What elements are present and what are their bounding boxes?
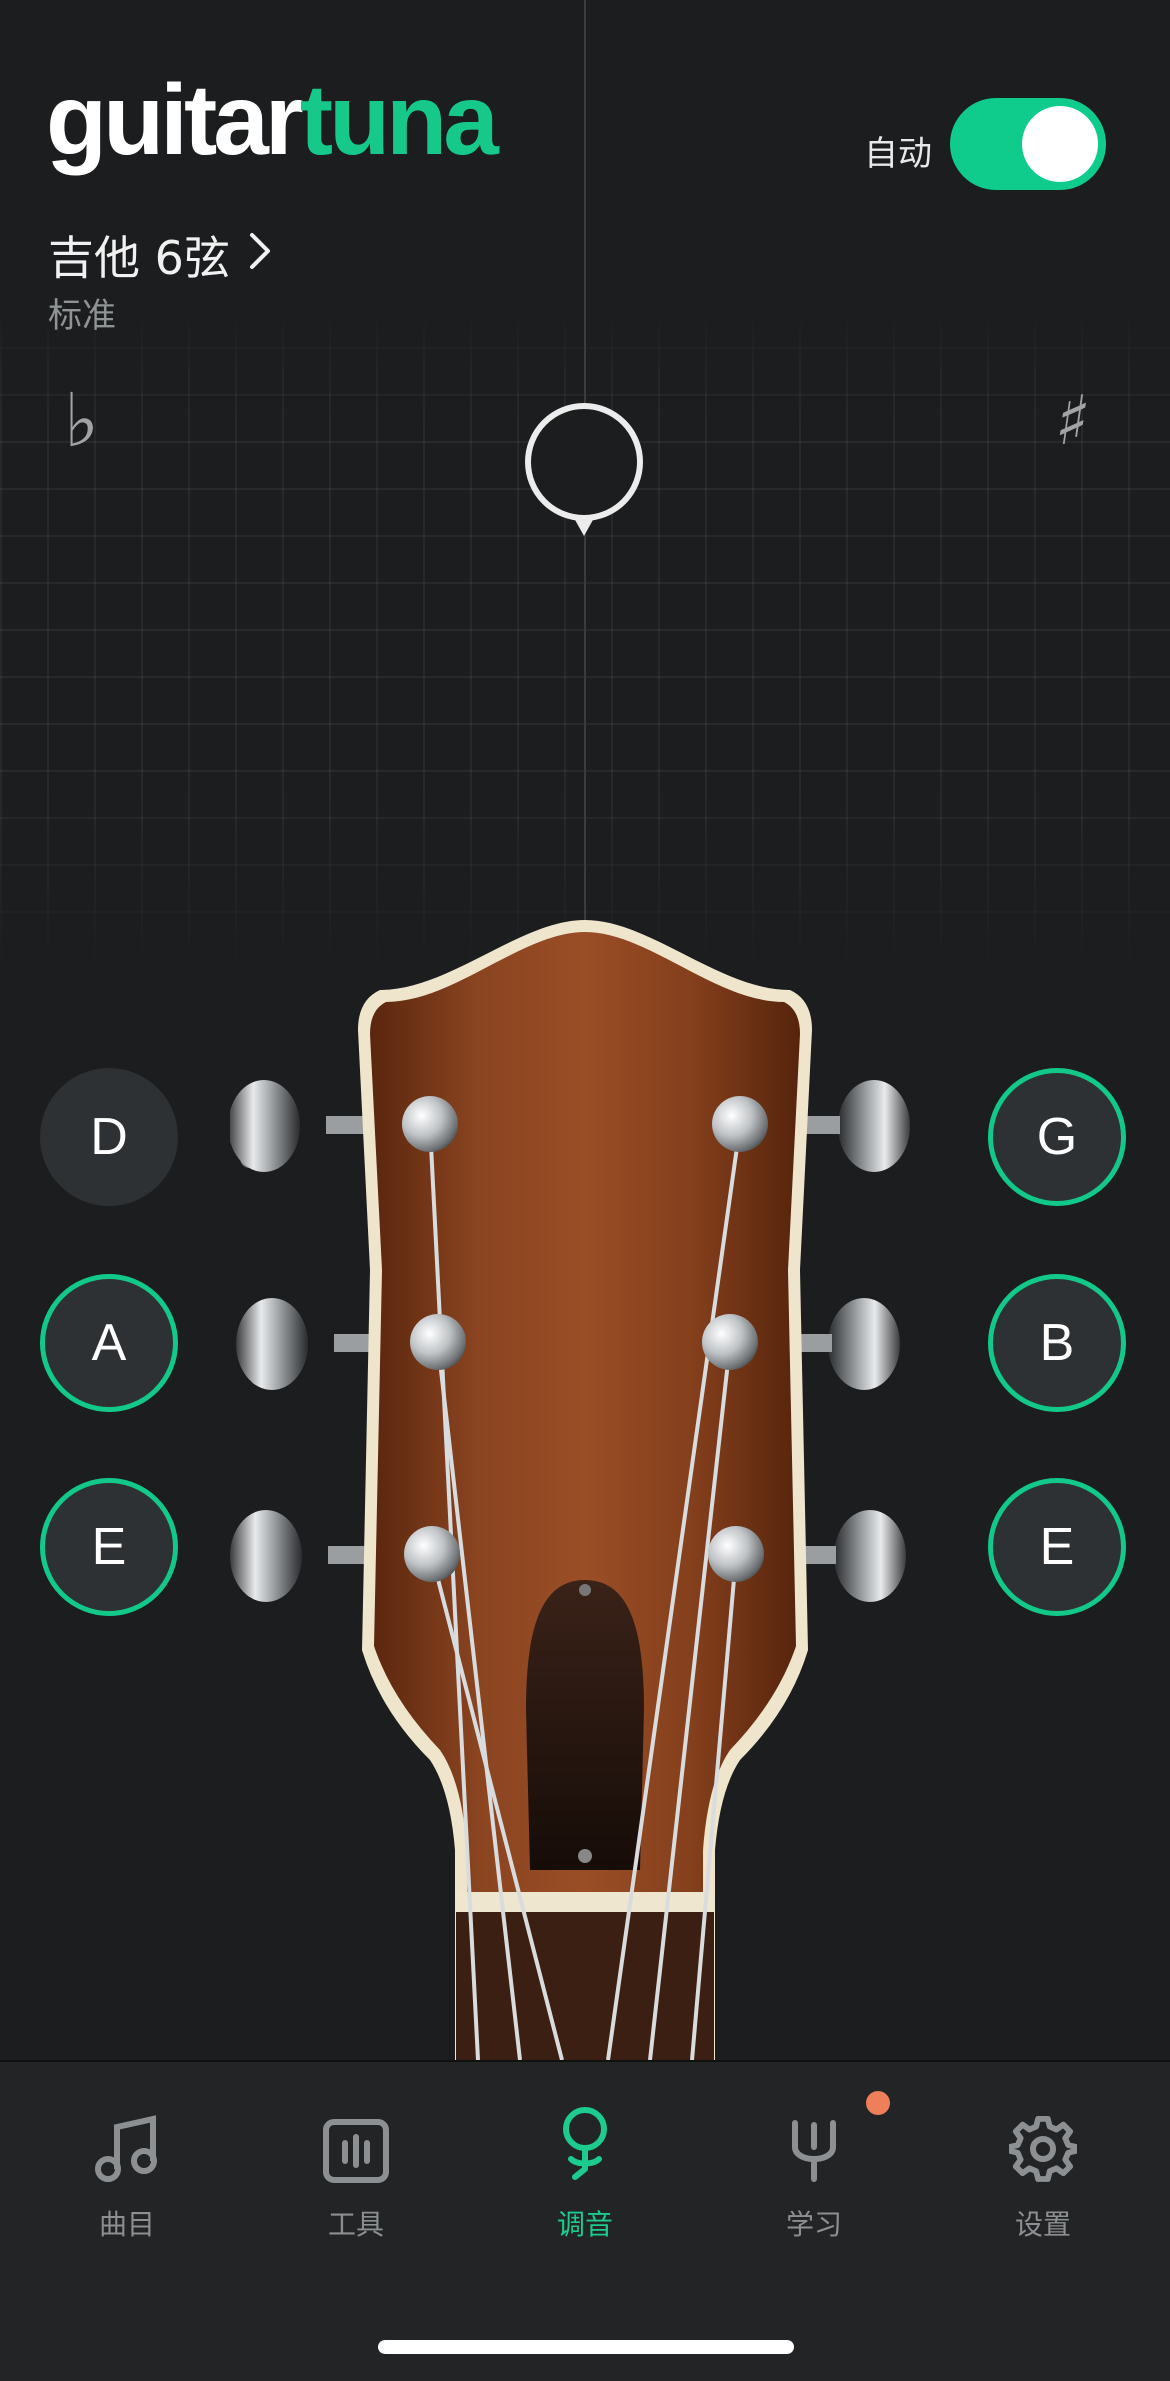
tools-icon <box>271 2105 441 2183</box>
string-button-d[interactable]: D <box>40 1068 178 1206</box>
tab-learn[interactable]: 学习 <box>729 2105 899 2243</box>
learn-icon <box>729 2105 899 2183</box>
string-note-label: D <box>90 1108 128 1166</box>
toggle-knob <box>1022 106 1098 182</box>
string-button-low-e[interactable]: E <box>40 1478 178 1616</box>
logo-tuna: tuna <box>299 64 499 176</box>
tab-songs[interactable]: 曲目 <box>42 2105 212 2243</box>
tuner-needle-indicator <box>524 402 644 542</box>
flat-symbol: ♭ <box>64 378 99 464</box>
string-button-high-e[interactable]: E <box>988 1478 1126 1616</box>
instrument-name: 吉他 6弦 <box>48 231 230 285</box>
app-logo: guitartuna <box>46 70 499 170</box>
home-indicator[interactable] <box>378 2340 794 2354</box>
auto-mode-toggle[interactable] <box>950 98 1106 190</box>
string-button-a[interactable]: A <box>40 1274 178 1412</box>
string-note-label: E <box>91 1518 127 1576</box>
string-button-b[interactable]: B <box>988 1274 1126 1412</box>
tab-tools[interactable]: 工具 <box>271 2105 441 2243</box>
string-note-label: B <box>1039 1314 1075 1372</box>
string-button-g[interactable]: G <box>988 1068 1126 1206</box>
auto-mode-label: 自动 <box>864 134 932 174</box>
tab-label: 工具 <box>327 2208 384 2241</box>
notification-badge <box>866 2091 890 2115</box>
tab-label: 曲目 <box>98 2208 155 2241</box>
tuner-icon <box>500 2105 670 2183</box>
logo-guitar: guitar <box>46 64 304 176</box>
guitar-headstock <box>230 920 910 2060</box>
tab-settings[interactable]: 设置 <box>958 2105 1128 2243</box>
string-note-label: A <box>91 1314 127 1372</box>
tab-tuner[interactable]: 调音 <box>500 2105 670 2243</box>
string-note-label: E <box>1039 1518 1075 1576</box>
tab-label: 学习 <box>785 2208 842 2241</box>
tab-label: 调音 <box>556 2208 613 2241</box>
instrument-selector[interactable]: 吉他 6弦 <box>48 222 272 288</box>
music-note-icon <box>42 2105 212 2183</box>
string-note-label: G <box>1036 1108 1078 1166</box>
tab-label: 设置 <box>1014 2208 1071 2241</box>
gear-icon <box>958 2105 1128 2183</box>
chevron-right-icon <box>248 228 272 282</box>
